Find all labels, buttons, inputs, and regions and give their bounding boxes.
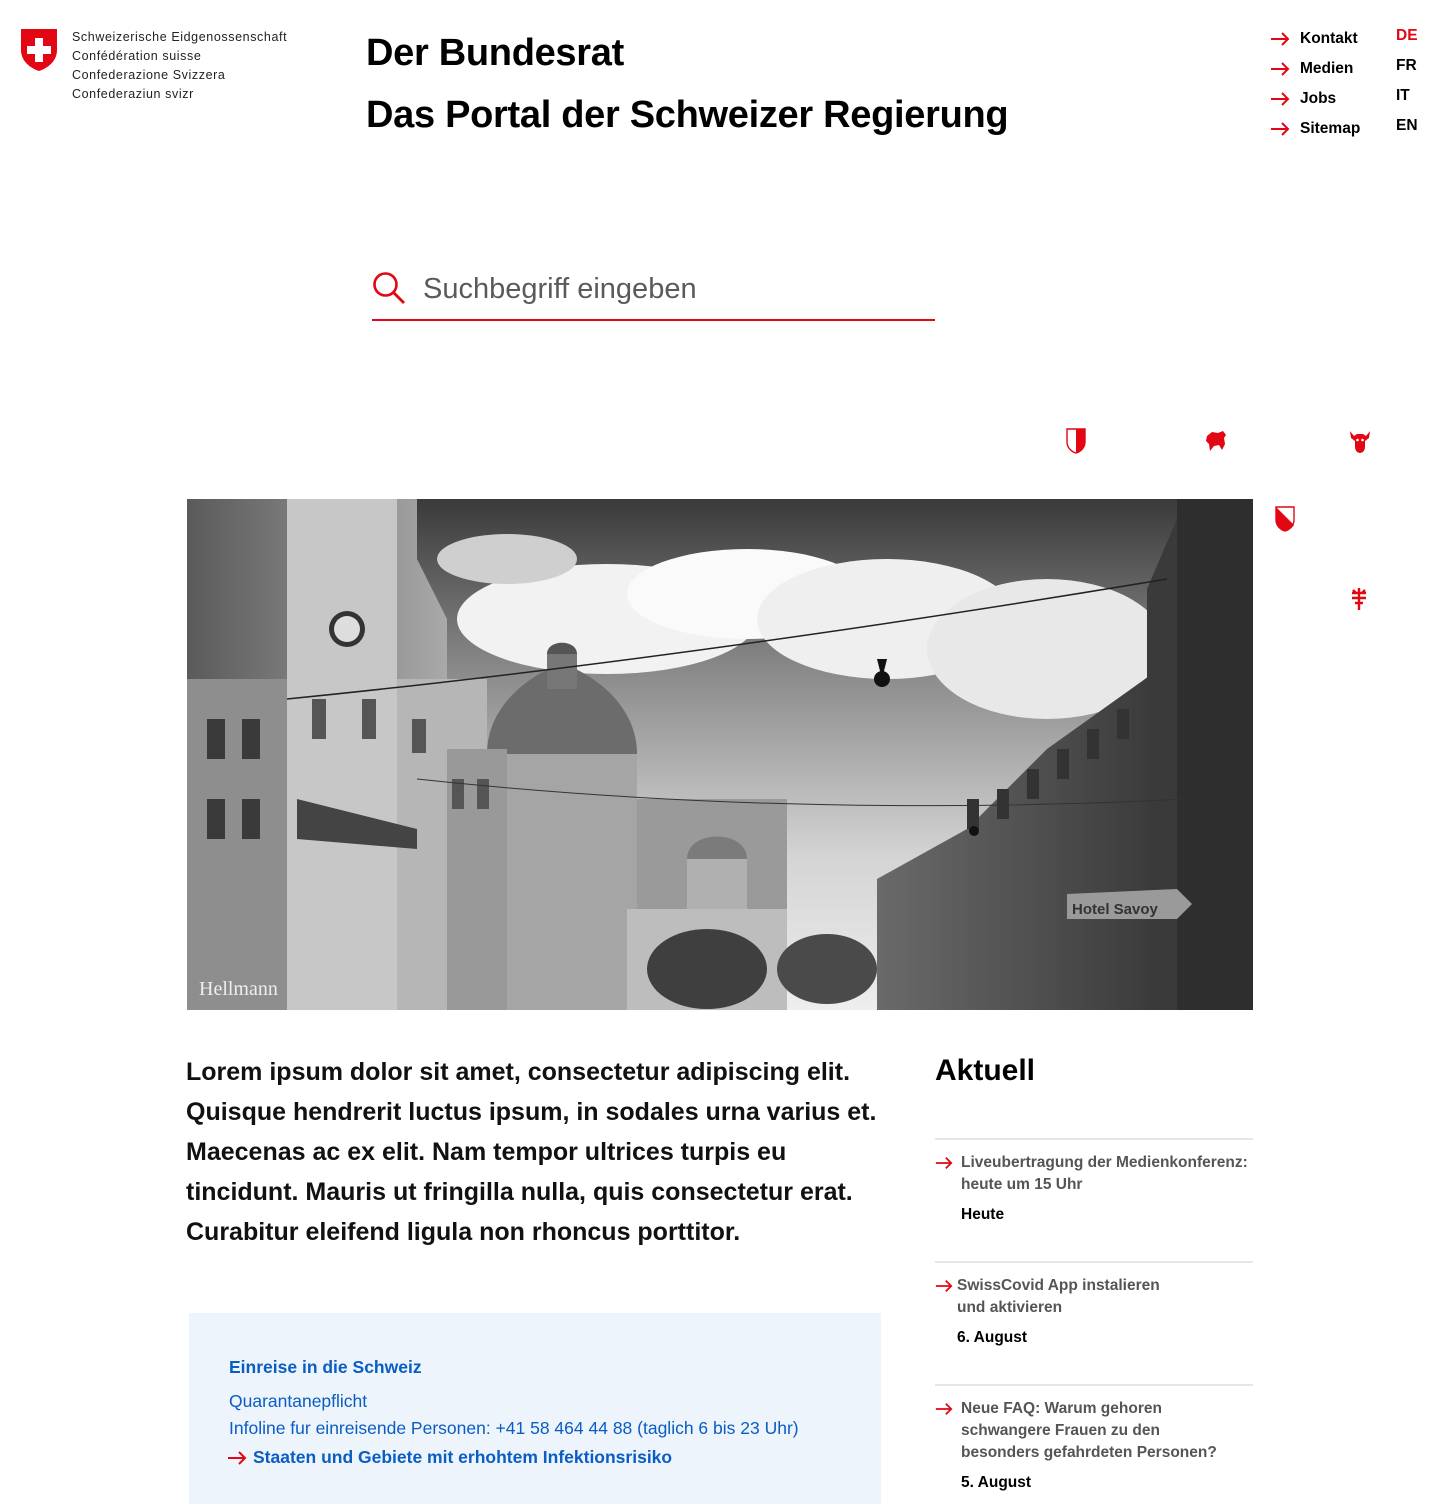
federal-logo[interactable]: Schweizerische Eidgenossenschaft Confédé…	[20, 28, 287, 104]
arrow-right-icon	[935, 1156, 953, 1170]
nav-label: Kontakt	[1300, 30, 1358, 47]
info-box: Einreise in die Schweiz Quarantanepflich…	[189, 1313, 881, 1504]
nav-medien[interactable]: Medien	[1270, 54, 1360, 84]
lang-it[interactable]: IT	[1396, 84, 1418, 114]
nidwalden-crest-icon	[1352, 588, 1366, 610]
nav-sitemap[interactable]: Sitemap	[1270, 114, 1360, 144]
language-switcher: DE FR IT EN	[1396, 24, 1418, 144]
page-titles: Der Bundesrat Das Portal der Schweizer R…	[366, 22, 1009, 146]
confederation-name-it: Confederazione Svizzera	[72, 68, 226, 82]
news-item[interactable]: Neue FAQ: Warum gehoren schwangere Fraue…	[935, 1384, 1253, 1504]
info-box-title[interactable]: Einreise in die Schweiz	[229, 1357, 841, 1378]
arrow-right-icon	[935, 1402, 953, 1416]
service-nav: Kontakt Medien Jobs Sitemap	[1270, 24, 1360, 144]
info-box-line-infoline[interactable]: Infoline fur einreisende Personen: +41 5…	[229, 1415, 841, 1442]
confederation-name-de: Schweizerische Eidgenossenschaft	[72, 30, 288, 44]
arrow-right-icon	[1271, 62, 1290, 76]
nav-kontakt[interactable]: Kontakt	[1270, 24, 1360, 54]
search-icon[interactable]	[372, 271, 406, 305]
confederation-name-rm: Confederaziun svizr	[72, 87, 194, 101]
shop-sign: Hellmann	[199, 978, 278, 1000]
news-date: Heute	[961, 1206, 1005, 1223]
news-title: Liveubertragung der Medienkonferenz: heu…	[961, 1154, 1248, 1193]
risk-areas-link-label: Staaten und Gebiete mit erhohtem Infekti…	[253, 1447, 673, 1467]
news-date: 6. August	[957, 1329, 1028, 1346]
arrow-right-icon	[228, 1450, 247, 1465]
nav-label: Jobs	[1300, 90, 1337, 107]
arrow-right-icon	[1271, 92, 1290, 106]
confederation-name-fr: Confédération suisse	[72, 49, 202, 63]
nav-jobs[interactable]: Jobs	[1270, 84, 1360, 114]
lang-de[interactable]: DE	[1396, 24, 1418, 54]
uri-crest-icon	[1350, 431, 1370, 453]
nav-label: Sitemap	[1300, 120, 1361, 137]
arrow-right-icon	[1271, 122, 1290, 136]
bern-street-illustration: Hellmann Hotel Savoy	[187, 499, 1253, 1010]
news-title: Neue FAQ: Warum gehoren schwangere Fraue…	[961, 1400, 1217, 1461]
news-heading: Aktuell	[935, 1054, 1036, 1087]
risk-areas-link[interactable]: Staaten und Gebiete mit erhohtem Infekti…	[227, 1447, 841, 1468]
page-title: Der Bundesrat	[366, 32, 624, 74]
news-date: 5. August	[961, 1474, 1032, 1491]
news-item[interactable]: SwissCovid App instalieren und aktiviere…	[935, 1261, 1253, 1384]
intro-text: Lorem ipsum dolor sit amet, consectetur …	[186, 1058, 877, 1246]
arrow-right-icon	[935, 1279, 953, 1293]
zug-crest-icon	[1066, 428, 1086, 454]
swiss-shield-icon	[21, 29, 57, 71]
news-section: Aktuell Liveubertragung der Medienkonfer…	[935, 1054, 1253, 1504]
info-box-line-quarantine[interactable]: Quarantanepflicht	[229, 1388, 841, 1415]
news-title: SwissCovid App instalieren und aktiviere…	[957, 1277, 1160, 1316]
nav-label: Medien	[1300, 60, 1354, 77]
news-item[interactable]: Liveubertragung der Medienkonferenz: heu…	[935, 1138, 1253, 1261]
search-input[interactable]	[423, 266, 903, 312]
luzern-crest-icon	[1275, 506, 1295, 532]
hotel-sign: Hotel Savoy	[1072, 901, 1159, 918]
arrow-right-icon	[1271, 32, 1290, 46]
search-bar	[372, 266, 935, 321]
appenzell-crest-icon	[1206, 431, 1226, 451]
page-subtitle: Das Portal der Schweizer Regierung	[366, 94, 1009, 136]
lang-fr[interactable]: FR	[1396, 54, 1418, 84]
lang-en[interactable]: EN	[1396, 114, 1418, 144]
hero-image: Hellmann Hotel Savoy	[187, 499, 1253, 1010]
confederation-names: Schweizerische Eidgenossenschaft Confédé…	[72, 28, 287, 104]
